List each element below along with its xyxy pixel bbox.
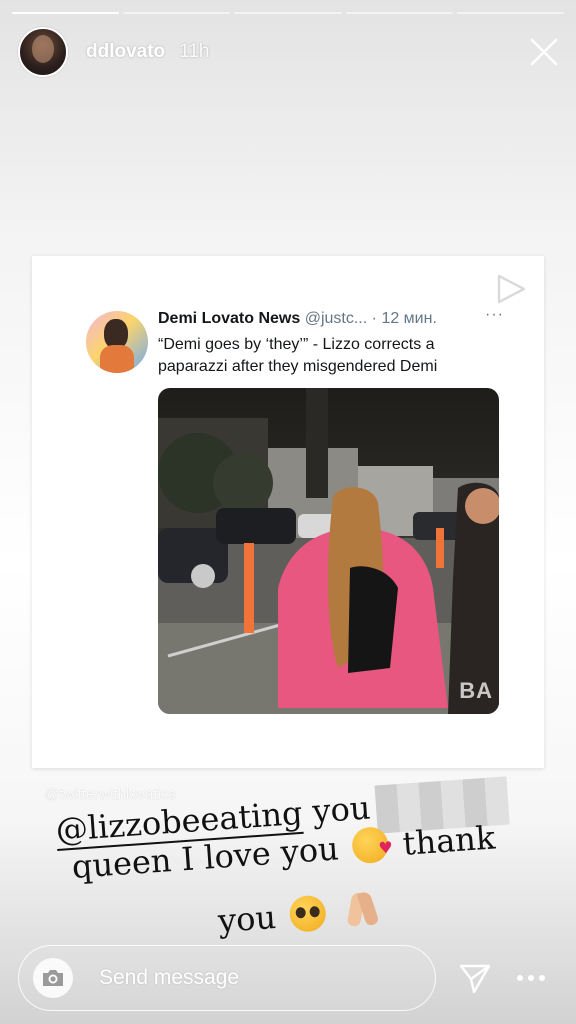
tweet-author-name[interactable]: Demi Lovato News [158,310,300,327]
tweet-author-handle: @justc... [304,310,368,327]
pleading-face-emoji-icon [288,894,328,933]
story-header: ddlovato 11h [18,27,562,77]
username[interactable]: ddlovato [86,41,165,63]
tweet-text: “Demi goes by ‘they’” - Lizzo corrects a… [158,336,438,375]
video-watermark: BA [459,678,493,703]
progress-segment [12,12,120,14]
folded-hands-emoji-icon [343,888,386,929]
paper-plane-icon [459,964,491,994]
more-options-button[interactable] [512,959,550,997]
send-message-placeholder: Send message [99,966,240,989]
more-dots-icon[interactable]: ··· [485,306,504,324]
progress-fill [12,12,120,14]
send-message-input[interactable]: Send message [18,945,436,1011]
profile-avatar[interactable] [18,27,68,77]
progress-segment [234,12,342,14]
kiss-emoji-icon [351,825,390,865]
story-progress [12,12,565,14]
share-arrow-icon[interactable] [494,272,528,306]
camera-button[interactable] [33,958,73,998]
shared-post-card[interactable]: Demi Lovato News @justc... · 12 мин. ···… [32,256,544,768]
story-timestamp: 11h [179,41,210,62]
tweet-video-thumbnail[interactable]: BA [158,388,499,714]
caption-text: you [216,898,278,940]
progress-segment [123,12,231,14]
tweet-header: Demi Lovato News @justc... · 12 мин. ··· [158,306,504,328]
send-button[interactable] [456,959,494,997]
close-icon [530,38,558,66]
tweet-time: 12 мин. [381,310,437,327]
progress-segment [456,12,565,14]
video-frame [158,388,499,714]
caption-text: you [300,788,372,832]
camera-icon [43,970,63,986]
tweet-author-avatar[interactable] [86,311,148,373]
more-dots-icon [517,975,545,981]
reply-bar: Send message [18,944,558,1012]
tweet-separator: · [371,310,377,327]
caption-text: thank [401,818,497,863]
caption-line-3: you [217,888,390,940]
close-button[interactable] [526,34,562,70]
progress-segment [345,12,453,14]
